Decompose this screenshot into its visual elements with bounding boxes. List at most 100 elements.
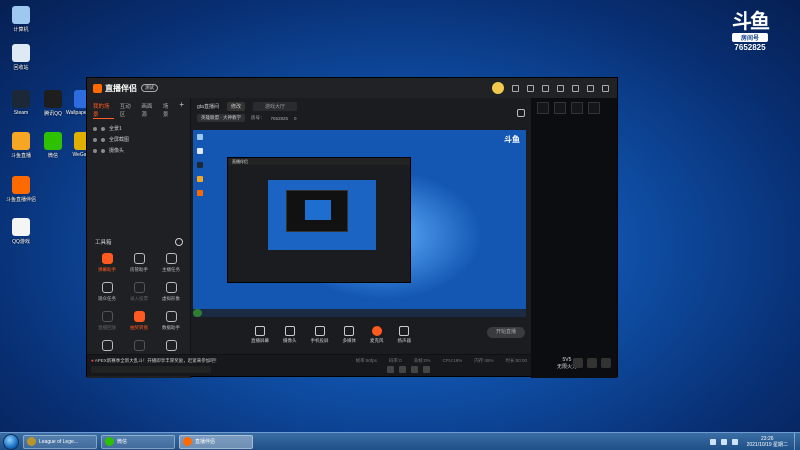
tray-flag-icon[interactable] (731, 438, 738, 445)
dock-icons (531, 98, 617, 118)
desktop-icon[interactable]: 回收站 (4, 44, 38, 71)
desktop-icon[interactable]: 计算机 (4, 6, 38, 33)
source-button[interactable]: 直播屏幕 (251, 326, 269, 344)
taskbar-app-icon (27, 437, 36, 446)
toolbox-more-icon[interactable] (175, 238, 183, 246)
source-button[interactable]: 多媒体 (343, 326, 356, 344)
eye-icon[interactable] (93, 126, 97, 131)
tab-interact[interactable]: 互动区 (120, 102, 136, 119)
lock-icon[interactable] (101, 126, 105, 131)
room-meta-row: 英雄联盟 · 大神教学 房号： 7652825 0 (197, 114, 297, 122)
app-icon (12, 218, 30, 236)
chat-icon[interactable] (573, 358, 583, 368)
desktop-icon[interactable]: 斗鱼直播 (4, 132, 38, 159)
tool-icon (165, 311, 177, 322)
preview-desktop-icon (197, 190, 203, 196)
skin-icon[interactable] (527, 84, 534, 92)
source-button[interactable]: 手机投屏 (311, 326, 329, 344)
desktop-icon[interactable]: 腾讯QQ (36, 90, 70, 117)
preview-room-badge: 斗鱼 (504, 134, 520, 145)
dock-slot-1[interactable] (537, 102, 549, 114)
preview-desktop-icon (197, 148, 203, 154)
toolbox-header: 工具箱 (87, 238, 191, 246)
tool-item[interactable]: 直播回放 (91, 311, 123, 331)
eye-icon[interactable] (93, 137, 97, 142)
chat-input[interactable] (91, 366, 211, 373)
tool-item[interactable]: 主播任务 (155, 253, 187, 273)
lock-icon[interactable] (101, 137, 105, 142)
dock-slot-2[interactable] (554, 102, 566, 114)
tool-item[interactable]: 房管助手 (123, 253, 155, 273)
scene-label: 全屏截图 (109, 137, 130, 143)
tab-sources[interactable]: 画面源 (141, 102, 157, 119)
tool-icon (133, 253, 145, 264)
room-number: 7652825 (734, 43, 766, 52)
toolbox-title: 工具箱 (95, 240, 112, 246)
status-ctrl-1[interactable] (387, 366, 394, 373)
source-button[interactable]: 扬声器 (398, 326, 411, 344)
tool-label: 虚拟形象 (162, 296, 180, 301)
title-input[interactable]: 游戏大厅 (252, 101, 297, 111)
desktop-icon-label: 腾讯QQ (44, 111, 62, 117)
tray-network-icon[interactable] (709, 438, 716, 445)
menu-icon[interactable] (557, 84, 564, 92)
desktop-icon[interactable]: QQ游戏 (4, 218, 38, 245)
dock-slot-3[interactable] (571, 102, 583, 114)
stream-preview[interactable]: 直播伴侣 斗鱼 (193, 130, 526, 317)
status-ctrl-3[interactable] (411, 366, 418, 373)
tab-my-scenes[interactable]: 我的场景 (93, 102, 114, 119)
show-desktop-button[interactable] (794, 432, 800, 450)
desktop-icon[interactable]: 微信 (36, 132, 70, 159)
source-button[interactable]: 麦克风 (370, 326, 384, 344)
lock-icon[interactable] (101, 148, 105, 153)
scene-item[interactable]: 摄像头 (87, 145, 190, 156)
desktop-icon[interactable]: 斗鱼直播伴侣 (4, 176, 38, 203)
taskbar-button[interactable]: 微信 (101, 434, 175, 449)
tool-label: 直播回放 (98, 325, 116, 330)
category-chip[interactable]: 英雄联盟 · 大神教学 (197, 114, 245, 122)
start-orb-icon[interactable] (3, 433, 19, 450)
status-ctrl-4[interactable] (423, 366, 430, 373)
status-ctrl-2[interactable] (399, 366, 406, 373)
taskbar-button[interactable]: League of Lege... (23, 434, 97, 449)
tool-item[interactable]: 观众任务 (91, 282, 123, 302)
edit-button[interactable]: 修改 (226, 101, 245, 111)
more-icon[interactable] (601, 358, 611, 368)
eye-icon[interactable] (93, 148, 97, 153)
start-stream-button[interactable]: 开始直播 (487, 327, 525, 338)
taskbar-button[interactable]: 直播伴侣 (179, 434, 253, 449)
app-icon (12, 90, 30, 108)
minimize-icon[interactable] (572, 84, 579, 92)
notice[interactable]: ● APEX新赛季全新大乱斗！开播即享丰厚奖励，赶紧来参加吧！ (91, 358, 219, 364)
desktop-icon-label: 斗鱼直播 (10, 153, 31, 159)
message-icon[interactable] (512, 84, 519, 92)
desktop-icon-label: 回收站 (13, 65, 29, 71)
tool-item[interactable]: 虚拟形象 (155, 282, 187, 302)
desktop-icon[interactable]: Steam (4, 90, 38, 116)
tool-item[interactable]: 数据助手 (155, 311, 187, 331)
taskbar-app-icon (183, 437, 192, 446)
nested-title: 直播伴侣 (228, 158, 410, 165)
scene-item[interactable]: 全屏截图 (87, 134, 190, 145)
avatar[interactable] (492, 82, 504, 94)
scene-item[interactable]: 全景1 (87, 123, 190, 134)
gift-icon[interactable] (587, 358, 597, 368)
source-button[interactable]: 摄像头 (283, 326, 297, 344)
add-scene-icon[interactable]: + (179, 101, 184, 119)
tool-item[interactable]: 抽奖转盘 (123, 311, 155, 331)
layout-icon[interactable] (517, 109, 525, 117)
source-icon (344, 326, 355, 336)
tool-item[interactable]: 弹幕助手 (91, 253, 123, 273)
tray-volume-icon[interactable] (720, 438, 727, 445)
system-tray: 23:26 2021/10/19 星期二 (709, 436, 788, 448)
maximize-icon[interactable] (587, 84, 594, 92)
task-buttons: League of Lege... 微信 直播伴侣 (19, 434, 253, 449)
dock-slot-4[interactable] (588, 102, 600, 114)
source-icon (399, 326, 410, 336)
close-icon[interactable] (602, 84, 609, 92)
settings-icon[interactable] (542, 84, 549, 92)
clock[interactable]: 23:26 2021/10/19 星期二 (747, 436, 788, 448)
version-badge[interactable]: 测试 (141, 84, 158, 92)
tool-item[interactable]: 录入投票 (123, 282, 155, 302)
tab-scenes[interactable]: 场景 (163, 102, 173, 119)
